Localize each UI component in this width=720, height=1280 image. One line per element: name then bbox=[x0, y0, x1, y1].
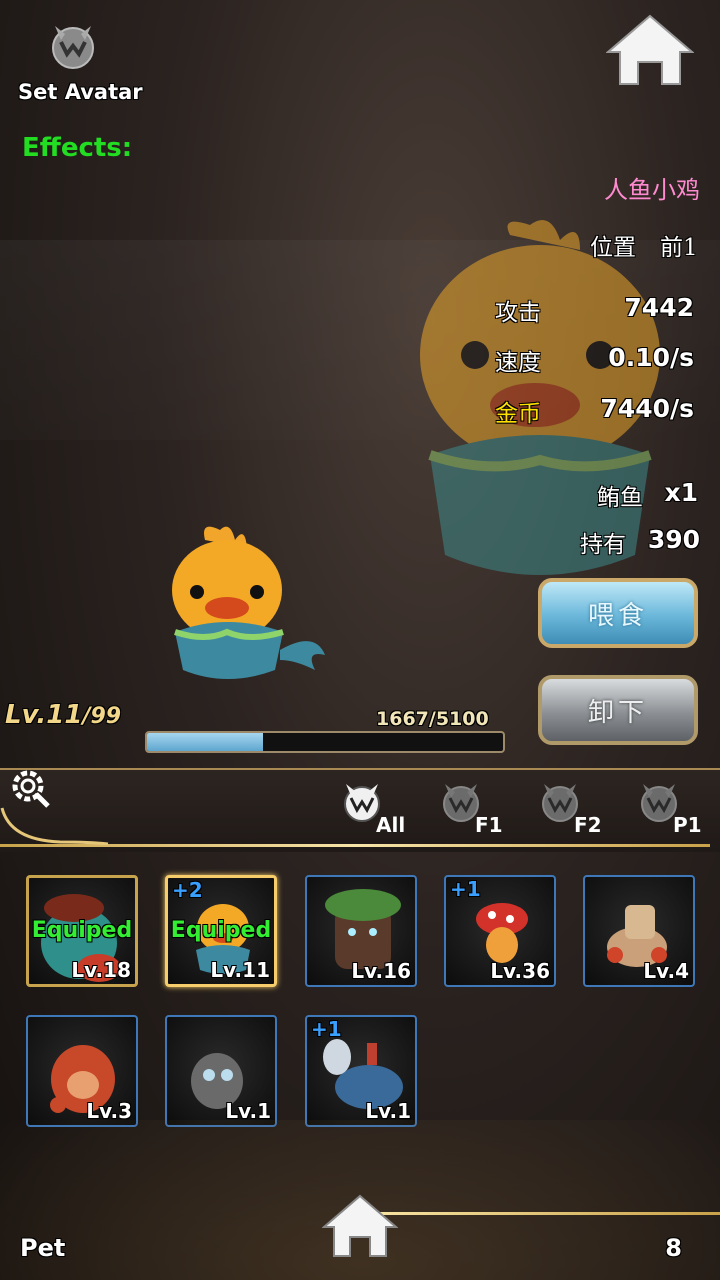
pet-card-level: Lv.36 bbox=[490, 959, 550, 983]
tab-f1[interactable]: F1 bbox=[441, 780, 521, 840]
pet-count: 8 bbox=[665, 1234, 682, 1262]
speed-value: 0.10/s bbox=[608, 343, 694, 372]
tab-f2-label: F2 bbox=[574, 813, 602, 837]
exp-text: 1667/5100 bbox=[376, 708, 489, 730]
tab-all-label: All bbox=[376, 813, 406, 837]
tab-p1[interactable]: P1 bbox=[639, 780, 719, 840]
home-icon[interactable] bbox=[321, 1193, 399, 1259]
pet-card-plus: +1 bbox=[311, 1017, 342, 1041]
exp-bar bbox=[145, 731, 505, 753]
level-current: Lv.11 bbox=[5, 700, 83, 730]
pet-card-level: Lv.11 bbox=[210, 958, 270, 982]
pet-card-plus: +2 bbox=[172, 878, 203, 902]
pet-card-level: Lv.4 bbox=[643, 959, 689, 983]
bottom-divider bbox=[380, 1212, 720, 1215]
pet-name: 人鱼小鸡 bbox=[604, 176, 700, 204]
equipped-label: Equiped bbox=[31, 918, 133, 943]
unload-button[interactable]: 卸下 bbox=[538, 675, 698, 745]
pet-card[interactable]: Lv.3 bbox=[26, 1015, 138, 1127]
pet-card-level: Lv.18 bbox=[71, 958, 131, 982]
effects-label: Effects: bbox=[22, 133, 133, 163]
tuna-label: 鲔鱼 bbox=[597, 485, 643, 511]
owned-label: 持有 bbox=[580, 532, 626, 558]
position-value: 前1 bbox=[660, 235, 698, 261]
attack-label: 攻击 bbox=[495, 300, 541, 326]
pet-card[interactable]: Lv.4 bbox=[583, 875, 695, 987]
pet-card[interactable]: Lv.1 bbox=[165, 1015, 277, 1127]
position-label: 位置 bbox=[590, 235, 636, 261]
tab-p1-label: P1 bbox=[673, 813, 702, 837]
pet-card-level: Lv.16 bbox=[351, 959, 411, 983]
pet-sprite[interactable] bbox=[165, 520, 340, 680]
pet-card[interactable]: +2 Equiped Lv.11 bbox=[165, 875, 277, 987]
gear-icon[interactable] bbox=[8, 766, 50, 808]
set-avatar-icon[interactable] bbox=[47, 20, 99, 72]
tab-f1-label: F1 bbox=[475, 813, 503, 837]
pet-card[interactable]: Lv.16 bbox=[305, 875, 417, 987]
gold-value: 7440/s bbox=[600, 394, 694, 423]
gold-label: 金币 bbox=[495, 401, 541, 427]
attack-value: 7442 bbox=[624, 293, 694, 322]
exp-bar-fill bbox=[147, 733, 264, 751]
set-avatar-label[interactable]: Set Avatar bbox=[18, 80, 143, 104]
level-max: /99 bbox=[82, 704, 122, 729]
home-icon[interactable] bbox=[605, 12, 695, 88]
pet-level: Lv.11/99 bbox=[5, 700, 121, 730]
pet-card-plus: +1 bbox=[450, 877, 481, 901]
speed-label: 速度 bbox=[495, 350, 541, 376]
tab-f2[interactable]: F2 bbox=[540, 780, 620, 840]
tab-all[interactable]: All bbox=[342, 780, 422, 840]
pet-tab-label: Pet bbox=[20, 1234, 66, 1262]
tuna-count: x1 bbox=[664, 478, 698, 507]
equipped-label: Equiped bbox=[170, 918, 272, 943]
pet-card[interactable]: +1 Lv.1 bbox=[305, 1015, 417, 1127]
pet-card[interactable]: +1 Lv.36 bbox=[444, 875, 556, 987]
feed-button[interactable]: 喂食 bbox=[538, 578, 698, 648]
owned-count: 390 bbox=[647, 525, 700, 554]
pet-card[interactable]: Equiped Lv.18 bbox=[26, 875, 138, 987]
